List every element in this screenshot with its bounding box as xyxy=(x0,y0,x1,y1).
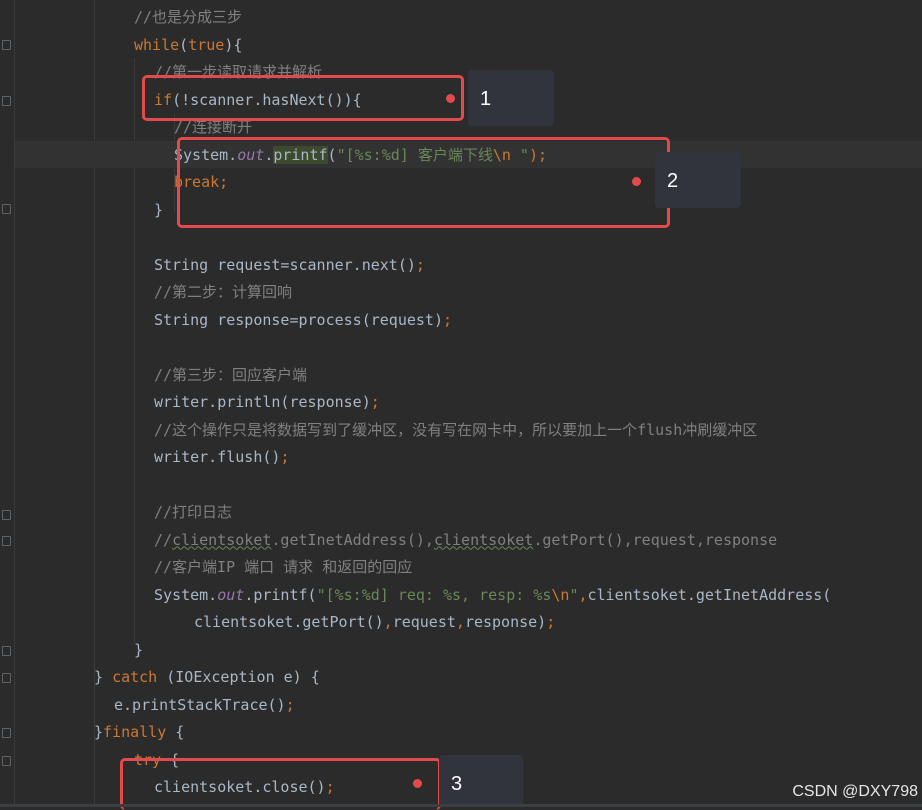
code-line[interactable]: //这个操作只是将数据写到了缓冲区，没有写在网卡中，所以要加上一个flush冲刷… xyxy=(154,417,757,444)
code-token: clientsoket xyxy=(433,530,534,549)
code-token: //第三步：回应客户端 xyxy=(154,365,308,384)
code-line[interactable]: //第三步：回应客户端 xyxy=(154,362,307,389)
fold-marker-icon[interactable] xyxy=(2,646,11,656)
code-token: ( xyxy=(179,35,189,54)
code-line[interactable]: String request=scanner.next(); xyxy=(154,252,425,279)
fold-marker-icon[interactable] xyxy=(2,510,11,520)
code-token: .printf( xyxy=(244,585,317,604)
code-token: ; xyxy=(546,613,556,631)
code-token: writer.flush() xyxy=(154,448,281,466)
fold-marker-icon[interactable] xyxy=(2,96,11,106)
fold-marker-icon[interactable] xyxy=(2,728,11,738)
annotation-dot-2 xyxy=(632,177,641,186)
editor-gutter[interactable] xyxy=(0,0,15,807)
annotation-dot-3 xyxy=(413,779,422,788)
code-token: //第二步：计算回响 xyxy=(154,283,293,301)
code-token: //打印日志 xyxy=(154,503,233,521)
code-token: .getInetAddress(), xyxy=(271,530,434,549)
code-line[interactable]: } catch (IOException e) { xyxy=(94,664,320,691)
fold-marker-icon[interactable] xyxy=(2,536,11,546)
code-token: \n xyxy=(551,585,570,604)
code-line[interactable]: while(true){ xyxy=(134,32,242,59)
code-line[interactable]: //打印日志 xyxy=(154,499,232,526)
fold-marker-icon[interactable] xyxy=(2,40,11,50)
code-token: // xyxy=(154,530,173,549)
code-line[interactable]: System.out.printf("[%s:%d] req: %s, resp… xyxy=(154,582,831,609)
code-token: clientsoket.getPort() xyxy=(194,613,384,631)
code-token: String request=scanner.next() xyxy=(154,255,416,274)
code-token: response) xyxy=(464,613,547,631)
code-line[interactable]: writer.flush(); xyxy=(154,444,289,471)
fold-marker-icon[interactable] xyxy=(2,673,11,683)
code-line[interactable]: }finally { xyxy=(94,719,184,746)
annotation-box-2 xyxy=(177,137,670,228)
code-line[interactable]: clientsoket.getPort(),request,response); xyxy=(194,609,555,636)
code-token: , xyxy=(455,613,465,631)
annotation-label-3: 3 xyxy=(439,755,523,807)
code-token: , xyxy=(578,585,588,604)
code-token: //客户端IP 端口 请求 和返回的回应 xyxy=(154,558,413,576)
code-line[interactable]: //客户端IP 端口 请求 和返回的回应 xyxy=(154,554,412,581)
code-line[interactable]: } xyxy=(134,637,143,664)
annotation-dot-1 xyxy=(446,94,455,103)
code-token: , xyxy=(383,613,393,631)
code-token: } xyxy=(154,200,164,219)
code-line[interactable]: String response=process(request); xyxy=(154,307,452,334)
code-token: clientsoket.getInetAddress( xyxy=(587,585,832,604)
code-token: } xyxy=(134,640,144,659)
code-token: ; xyxy=(280,448,290,466)
code-token: catch xyxy=(112,668,158,686)
code-line[interactable]: } xyxy=(154,197,163,224)
annotation-box-1 xyxy=(142,75,464,121)
code-editor[interactable]: //也是分成三步 while(true){//第一步读取请求并解析 if(!scan… xyxy=(0,0,922,810)
code-token: .getPort(),request,response xyxy=(533,530,778,549)
annotation-box-3 xyxy=(120,758,441,810)
code-token: request xyxy=(392,613,456,631)
watermark: CSDN @DXY798 xyxy=(792,783,918,800)
code-line[interactable]: //也是分成三步 xyxy=(134,4,242,31)
code-token: System. xyxy=(154,585,218,604)
code-token: "[%s:%d] req: %s, resp: %s xyxy=(316,585,552,604)
code-line[interactable]: //clientsoket.getInetAddress(),clientsok… xyxy=(154,527,777,554)
fold-marker-icon[interactable] xyxy=(2,756,11,766)
code-token: //这个操作只是将数据写到了缓冲区，没有写在网卡中，所以要加上一个flush冲刷… xyxy=(154,420,758,439)
code-token: out xyxy=(217,585,245,604)
code-token: ){ xyxy=(224,35,243,54)
code-token: writer.println(response) xyxy=(154,393,371,411)
code-line[interactable]: //第二步：计算回响 xyxy=(154,279,292,306)
fold-marker-icon[interactable] xyxy=(2,204,11,214)
code-token: clientsoket xyxy=(172,530,272,549)
annotation-label-2: 2 xyxy=(655,152,741,208)
code-token: } xyxy=(94,723,104,741)
code-line[interactable]: e.printStackTrace(); xyxy=(114,692,295,719)
code-token: String response=process(request) xyxy=(154,310,443,329)
code-token: ; xyxy=(442,310,453,329)
code-token: (IOException e) { xyxy=(157,668,320,686)
code-token: } xyxy=(94,668,113,686)
code-token: true xyxy=(188,35,225,54)
code-line[interactable]: writer.println(response); xyxy=(154,389,380,416)
code-token: ; xyxy=(370,393,380,411)
annotation-label-1: 1 xyxy=(468,70,554,126)
code-token: { xyxy=(166,723,185,741)
code-token: //也是分成三步 xyxy=(134,8,243,26)
code-token: e.printStackTrace() xyxy=(114,695,286,714)
code-token: while xyxy=(134,35,180,54)
code-token: finally xyxy=(103,723,167,741)
code-token: ; xyxy=(415,255,425,274)
code-token: ; xyxy=(285,695,295,714)
